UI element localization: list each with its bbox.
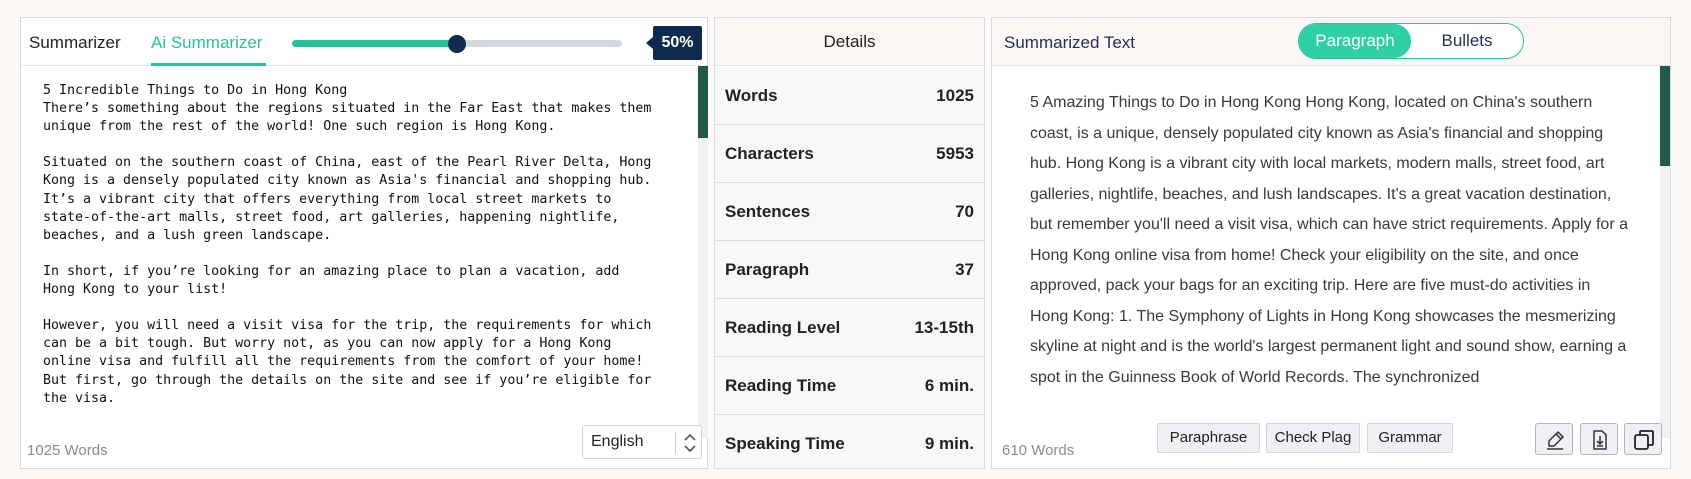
slider-thumb[interactable]	[448, 35, 466, 53]
detail-row-sentences: Sentences 70	[715, 183, 984, 241]
detail-label: Reading Time	[725, 376, 837, 395]
detail-row-reading-level: Reading Level 13-15th	[715, 299, 984, 357]
select-divider	[675, 432, 676, 454]
download-button[interactable]	[1580, 423, 1618, 455]
detail-value: 37	[955, 260, 974, 279]
detail-value: 70	[955, 202, 974, 221]
detail-label: Sentences	[725, 202, 811, 221]
slider-fill	[292, 40, 457, 47]
detail-value: 6 min.	[924, 376, 974, 395]
detail-value: 5953	[936, 144, 974, 163]
detail-label: Paragraph	[725, 260, 810, 279]
check-plag-button[interactable]: Check Plag	[1266, 423, 1360, 453]
bullets-toggle-button[interactable]: Bullets	[1411, 24, 1523, 58]
tab-ai-summarizer[interactable]: Ai Summarizer	[151, 33, 262, 53]
output-panel: Summarized Text Paragraph Bullets 5 Amaz…	[991, 17, 1671, 469]
active-tab-underline	[151, 63, 266, 66]
copy-button[interactable]	[1624, 423, 1662, 455]
summary-length-slider[interactable]	[292, 35, 622, 53]
language-select[interactable]: English	[582, 425, 702, 459]
tab-summarizer[interactable]: Summarizer	[29, 33, 121, 53]
detail-label: Reading Level	[725, 318, 841, 337]
input-word-count: 1025 Words	[27, 442, 108, 459]
highlighter-icon	[1547, 430, 1565, 450]
detail-row-speaking-time: Speaking Time 9 min.	[715, 415, 984, 468]
output-panel-header: Summarized Text Paragraph Bullets	[992, 18, 1670, 66]
details-panel: Details Words 1025 Characters 5953 Sente…	[714, 17, 985, 469]
highlight-button[interactable]	[1535, 423, 1573, 455]
detail-label: Speaking Time	[725, 434, 845, 453]
detail-label: Characters	[725, 144, 814, 163]
details-title: Details	[715, 18, 984, 66]
input-textarea[interactable]: 5 Incredible Things to Do in Hong Kong T…	[43, 82, 683, 422]
grammar-button[interactable]: Grammar	[1367, 423, 1453, 453]
language-value: English	[591, 433, 644, 450]
download-icon	[1593, 430, 1607, 450]
chevron-updown-icon	[681, 430, 699, 456]
detail-value: 13-15th	[914, 318, 974, 337]
format-toggle: Paragraph Bullets	[1298, 23, 1524, 59]
paraphrase-button[interactable]: Paraphrase	[1157, 423, 1260, 453]
input-scrollbar-thumb[interactable]	[698, 66, 708, 138]
output-word-count: 610 Words	[1002, 442, 1075, 459]
detail-row-characters: Characters 5953	[715, 125, 984, 183]
slider-value-badge: 50%	[646, 26, 702, 60]
detail-value: 1025	[936, 86, 974, 105]
copy-icon	[1634, 430, 1654, 450]
detail-row-words: Words 1025	[715, 67, 984, 125]
detail-value: 9 min.	[924, 434, 974, 453]
detail-label: Words	[725, 86, 778, 105]
summary-output: 5 Amazing Things to Do in Hong Kong Hong…	[1030, 94, 1628, 386]
paragraph-toggle-button[interactable]: Paragraph	[1299, 24, 1411, 58]
input-panel: Summarizer Ai Summarizer 50% 5 Incredibl…	[20, 17, 708, 469]
output-title: Summarized Text	[1004, 33, 1136, 52]
detail-row-paragraph: Paragraph 37	[715, 241, 984, 299]
detail-row-reading-time: Reading Time 6 min.	[715, 357, 984, 415]
output-scrollbar-thumb[interactable]	[1660, 66, 1670, 166]
input-panel-header: Summarizer Ai Summarizer 50%	[21, 18, 707, 66]
